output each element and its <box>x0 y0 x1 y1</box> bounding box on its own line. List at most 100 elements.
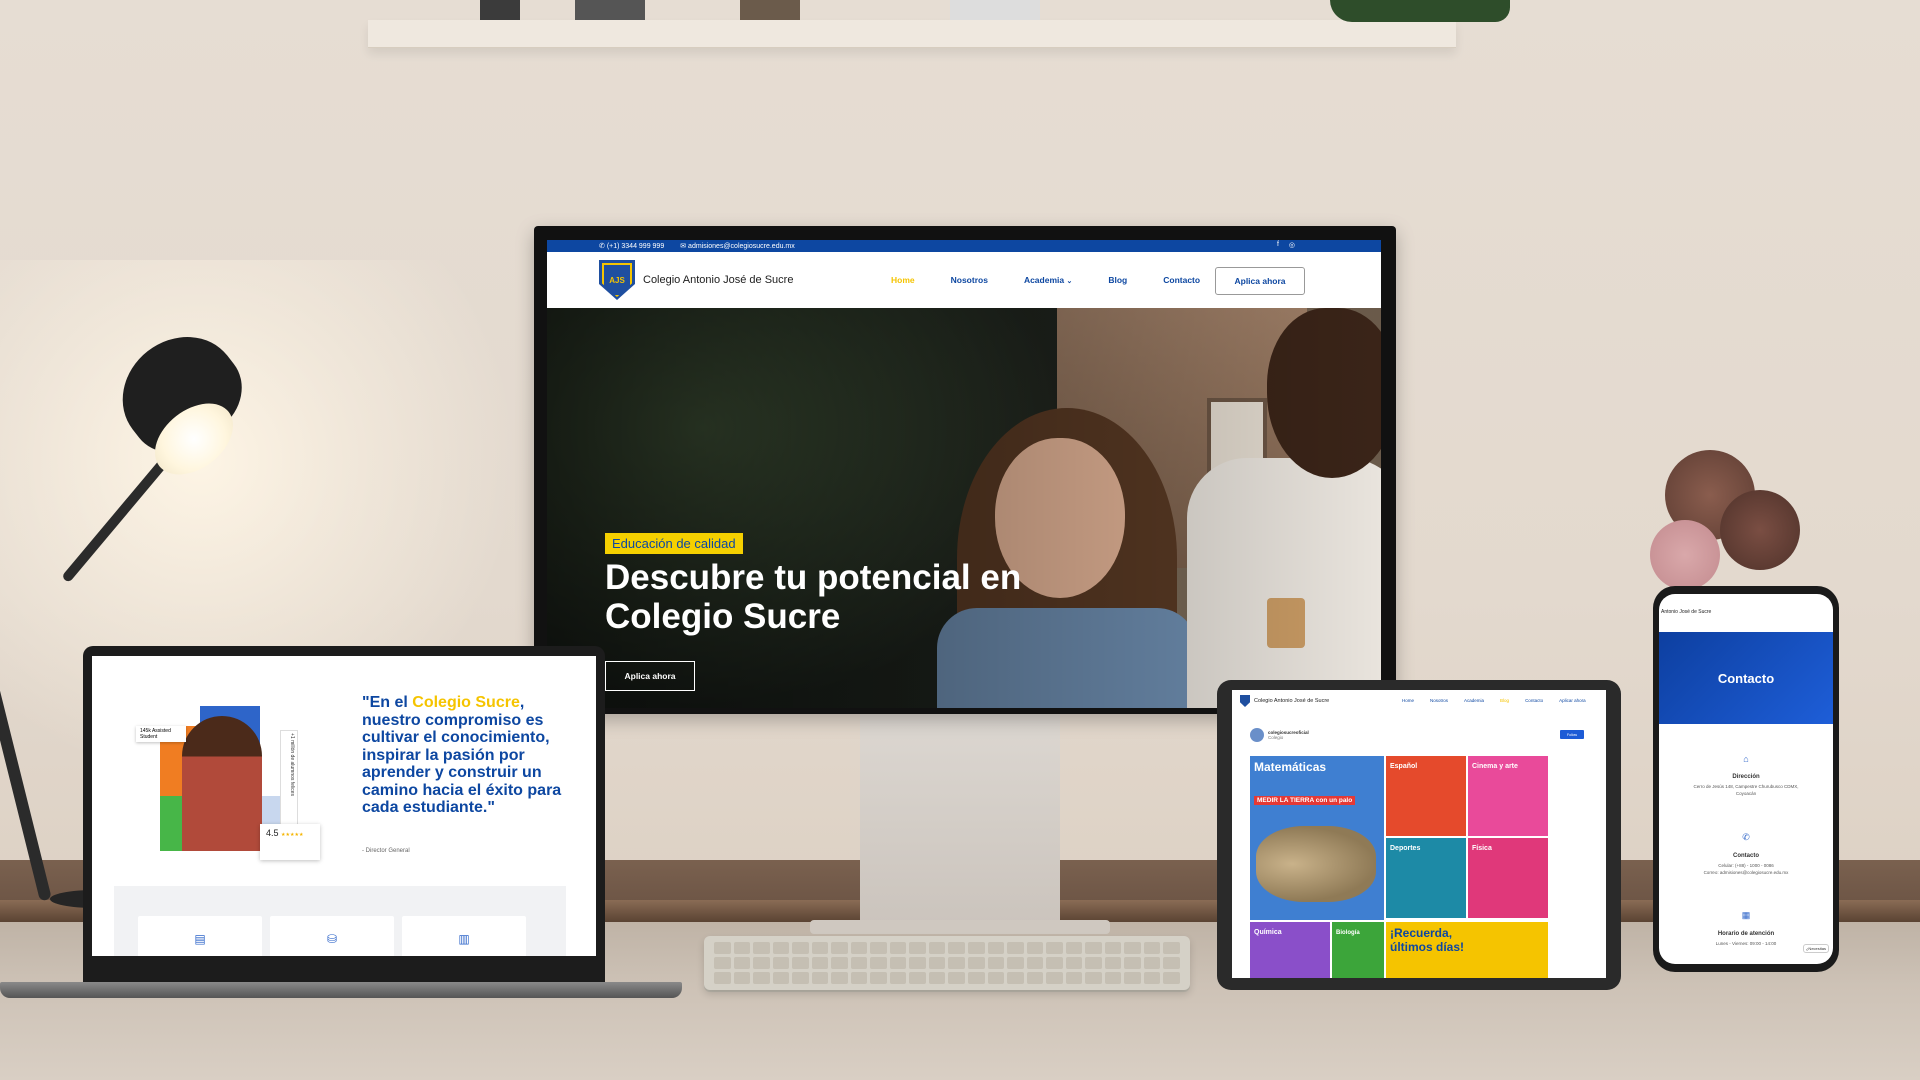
nav-item-nosotros[interactable]: Nosotros <box>951 275 988 285</box>
contact-block: ✆ Contacto Celular: (+88) - 1000 - 0086 … <box>1659 832 1833 876</box>
help-chat-chip[interactable]: ¿Necesitas <box>1802 944 1829 953</box>
logo-letters: AJS <box>609 275 625 285</box>
contact-email[interactable]: Correo: admisiones@colegiosucre.edu.mx <box>1659 870 1833 877</box>
nav-item-academia[interactable]: Academia ⌄ <box>1024 275 1072 285</box>
nav-item-blog[interactable]: Blog <box>1500 698 1509 703</box>
nav-item-blog[interactable]: Blog <box>1108 275 1127 285</box>
laptop-base <box>0 982 682 998</box>
quote-highlight: Colegio Sucre <box>412 694 520 711</box>
post-cinema[interactable]: Cinema y arte <box>1468 756 1548 836</box>
post-title: Biología <box>1336 930 1360 936</box>
school-logo[interactable] <box>1240 695 1250 707</box>
facebook-icon[interactable]: f <box>1277 241 1279 249</box>
brand-name[interactable]: Colegio Antonio José de Sucre <box>643 274 793 286</box>
phone-icon: ✆ <box>1742 832 1750 842</box>
instagram-icon[interactable]: ◎ <box>1289 241 1295 249</box>
student-photo <box>182 716 262 851</box>
calendar-icon: ▦ <box>1741 910 1751 920</box>
feature-tile[interactable]: ⛁ <box>270 916 394 956</box>
nav-item-aplicar[interactable]: Aplicar ahora <box>1559 698 1586 703</box>
star-rating-icon: ★★★★★ <box>281 832 304 838</box>
apply-now-button[interactable]: Aplica ahora <box>1215 267 1305 295</box>
location-icon: ⌂ <box>1743 754 1749 764</box>
nav-item-home[interactable]: Home <box>891 275 915 285</box>
post-title: Español <box>1390 763 1418 770</box>
nav-item-contacto[interactable]: Contacto <box>1163 275 1200 285</box>
quote-open: "En el <box>362 694 413 711</box>
hero-title: Descubre tu potencial en Colegio Sucre <box>605 558 1022 636</box>
nav-item-home[interactable]: Home <box>1402 698 1414 703</box>
contact-topbar: ✆ (+1) 3344 999 999 ✉ admisiones@colegio… <box>547 240 1381 252</box>
post-matematicas[interactable]: Matemáticas MEDIR LA TIERRA con un palo <box>1250 756 1384 920</box>
assisted-students-card: 145k Assisted Student <box>136 726 186 742</box>
address-text: Cerro de Jesús 148, Campestre Churubusco… <box>1693 784 1799 796</box>
wall-shelf <box>368 20 1456 48</box>
shelf-box <box>950 0 1040 20</box>
post-quimica[interactable]: Química <box>1250 922 1330 978</box>
post-grid: Matemáticas MEDIR LA TIERRA con un palo … <box>1250 756 1582 978</box>
director-quote: "En el Colegio Sucre, nuestro compromiso… <box>362 694 562 817</box>
chevron-down-icon: ⌄ <box>1066 278 1073 285</box>
post-subtitle: MEDIR LA TIERRA con un palo <box>1254 796 1356 805</box>
nav-item-contacto[interactable]: Contacto <box>1525 698 1543 703</box>
tablet-brand[interactable]: Colegio Antonio José de Sucre <box>1254 698 1329 704</box>
main-navbar: AJS Colegio Antonio José de Sucre Home N… <box>547 252 1381 308</box>
email-address[interactable]: admisiones@colegiosucre.edu.mx <box>688 243 795 250</box>
desktop-website: ✆ (+1) 3344 999 999 ✉ admisiones@colegio… <box>547 240 1381 708</box>
features-panel: ▤ ⛁ ▥ <box>114 886 566 956</box>
post-deportes[interactable]: Deportes <box>1386 838 1466 918</box>
profile-sub: Colegio <box>1268 735 1284 740</box>
rating-card: 4.5 ★★★★★ <box>260 824 320 860</box>
document-icon: ▤ <box>194 932 206 946</box>
shelf-book <box>480 0 520 20</box>
shelf-plant <box>1330 0 1510 22</box>
hero-badge: Educación de calidad <box>605 533 743 554</box>
monitor-foot <box>810 920 1110 934</box>
follow-button[interactable]: Follow <box>1560 730 1584 739</box>
hero-apply-button[interactable]: Aplica ahora <box>605 661 695 691</box>
hours-block: ▦ Horario de atención Lunes - Viernes: 0… <box>1659 910 1833 948</box>
monitor-stand <box>860 714 1060 924</box>
contact-title: Contacto <box>1717 670 1775 686</box>
post-title: Química <box>1254 929 1282 936</box>
avatar <box>1250 728 1264 742</box>
phone-number[interactable]: (+1) 3344 999 999 <box>607 243 664 250</box>
school-logo[interactable]: AJS <box>599 260 635 300</box>
contact-hero: Contacto <box>1659 632 1833 724</box>
phone-website: Antonio José de Sucre Contacto ⌂ Direcci… <box>1659 594 1833 964</box>
shelf-book <box>740 0 800 20</box>
rating-value: 4.5 <box>266 828 279 838</box>
world-map-image <box>1256 826 1376 902</box>
decor-pompom <box>1720 490 1800 570</box>
post-biologia[interactable]: Biología <box>1332 922 1384 978</box>
post-title: Deportes <box>1390 845 1421 852</box>
feature-tile[interactable]: ▥ <box>402 916 526 956</box>
keyboard <box>704 936 1190 990</box>
hero-overlay <box>547 308 1381 708</box>
email-contact[interactable]: ✉ admisiones@colegiosucre.edu.mx <box>680 242 795 250</box>
shelf-book <box>575 0 645 20</box>
tablet-navbar: Colegio Antonio José de Sucre Home Nosot… <box>1232 690 1606 712</box>
post-title: Física <box>1472 845 1492 852</box>
laptop-website: +1 millón de alumnos felices 145k Assist… <box>92 656 596 956</box>
post-fisica[interactable]: Física <box>1468 838 1548 918</box>
tablet-website: Colegio Antonio José de Sucre Home Nosot… <box>1232 690 1606 978</box>
address-title: Dirección <box>1732 774 1760 780</box>
post-recuerda[interactable]: ¡Recuerda, últimos días! <box>1386 922 1548 978</box>
contact-block-title: Contacto <box>1733 853 1759 859</box>
hours-title: Horario de atención <box>1717 931 1775 937</box>
quote-rest: , nuestro compromiso es cultivar el cono… <box>362 694 562 816</box>
nav-item-nosotros[interactable]: Nosotros <box>1430 698 1448 703</box>
post-title: Cinema y arte <box>1472 763 1518 770</box>
post-title: ¡Recuerda, últimos días! <box>1390 926 1465 954</box>
phone-contact[interactable]: ✆ (+1) 3344 999 999 <box>599 242 664 250</box>
file-icon: ▥ <box>458 932 470 946</box>
instagram-profile[interactable]: colegiosucreoficial Colegio <box>1250 728 1309 742</box>
post-espanol[interactable]: Español <box>1386 756 1466 836</box>
database-icon: ⛁ <box>326 932 338 946</box>
quote-author: - Director General <box>362 848 410 854</box>
nav-item-academia[interactable]: Academia <box>1464 698 1484 703</box>
feature-tile[interactable]: ▤ <box>138 916 262 956</box>
phone-brand[interactable]: Antonio José de Sucre <box>1661 609 1711 615</box>
address-block: ⌂ Dirección Cerro de Jesús 148, Campestr… <box>1659 754 1833 797</box>
